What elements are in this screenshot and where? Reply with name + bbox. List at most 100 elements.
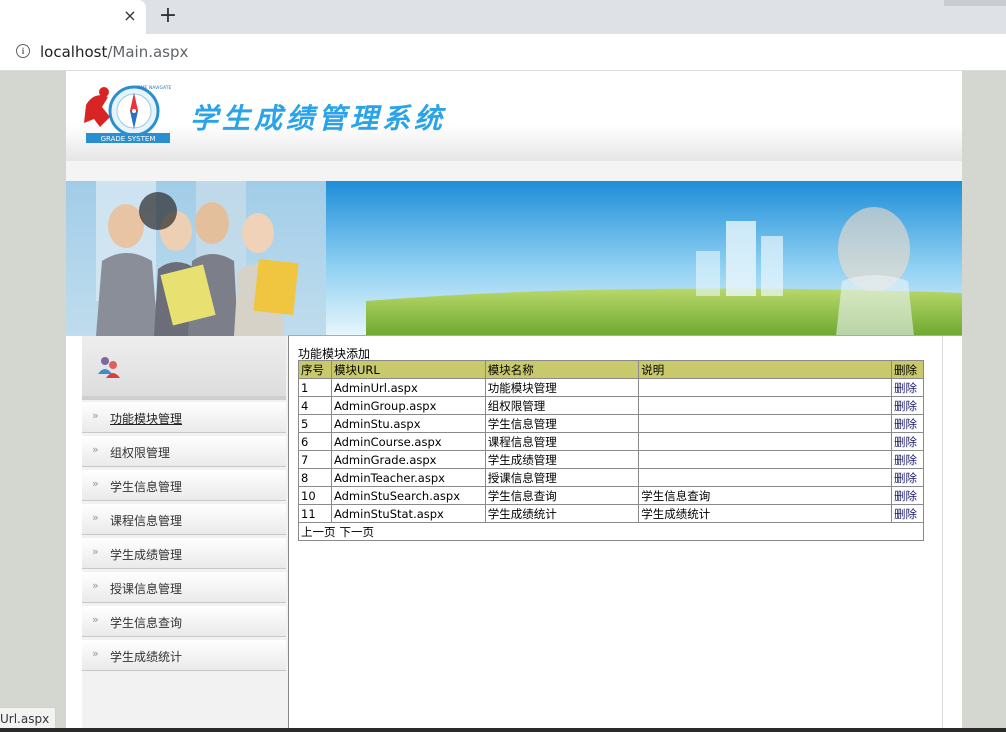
double-chevron-icon: » xyxy=(92,545,99,558)
browser-tab[interactable]: × xyxy=(0,0,146,34)
table-row: 11 AdminStuStat.aspx 学生成绩统计 学生成绩统计 删除 xyxy=(298,504,925,523)
module-description xyxy=(638,468,892,487)
site-info-icon[interactable]: i xyxy=(16,44,30,58)
delete-link[interactable]: 删除 xyxy=(890,378,925,397)
url-text[interactable]: localhost/Main.aspx xyxy=(40,43,188,61)
sidebar: » 功能模块管理 » 组权限管理 » 学生信息管理 » 课程信息管理 » 学生成… xyxy=(66,336,288,732)
sidebar-item-teaching-info[interactable]: » 授课信息管理 xyxy=(82,572,286,603)
delete-link[interactable]: 删除 xyxy=(890,432,925,451)
site-header: GRADE SYSTEM TIME NAVIGATE 学生成绩管理系统 xyxy=(66,71,962,161)
url-host: localhost xyxy=(40,43,108,61)
module-name: 授课信息管理 xyxy=(484,468,640,487)
double-chevron-icon: » xyxy=(92,443,99,456)
row-id: 6 xyxy=(298,432,332,451)
module-name: 学生成绩管理 xyxy=(484,450,640,469)
taskbar-edge xyxy=(0,728,1006,732)
module-url: AdminTeacher.aspx xyxy=(330,468,486,487)
header-strip xyxy=(66,161,962,181)
sidebar-item-label[interactable]: 学生成绩统计 xyxy=(110,648,182,665)
address-bar[interactable]: i localhost/Main.aspx xyxy=(0,34,1006,71)
users-icon xyxy=(98,357,120,378)
module-url: AdminUrl.aspx xyxy=(330,378,486,397)
module-description xyxy=(638,414,892,433)
sidebar-gutter xyxy=(66,336,82,732)
module-description: 学生信息查询 xyxy=(638,486,892,505)
module-url: AdminStuStat.aspx xyxy=(330,504,486,523)
sidebar-item-group-permissions[interactable]: » 组权限管理 xyxy=(82,436,286,467)
sidebar-item-module-management[interactable]: » 功能模块管理 xyxy=(82,402,286,433)
module-description: 学生成绩统计 xyxy=(638,504,892,523)
page: GRADE SYSTEM TIME NAVIGATE 学生成绩管理系统 » 功能… xyxy=(66,71,962,732)
delete-link[interactable]: 删除 xyxy=(890,450,925,469)
browser-tab-strip: × + xyxy=(0,0,1006,34)
row-id: 8 xyxy=(298,468,332,487)
row-id: 10 xyxy=(298,486,332,505)
sidebar-item-student-info[interactable]: » 学生信息管理 xyxy=(82,470,286,501)
table-row: 8 AdminTeacher.aspx 授课信息管理 删除 xyxy=(298,468,925,487)
sidebar-item-label[interactable]: 组权限管理 xyxy=(110,444,170,461)
window-edge xyxy=(944,0,1006,6)
row-id: 11 xyxy=(298,504,332,523)
table-header-row: 序号 模块URL 模块名称 说明 删除 xyxy=(298,360,925,379)
delete-link[interactable]: 删除 xyxy=(890,468,925,487)
column-header: 序号 xyxy=(298,360,332,379)
sidebar-item-label[interactable]: 授课信息管理 xyxy=(110,580,182,597)
sidebar-item-grade-statistics[interactable]: » 学生成绩统计 xyxy=(82,640,286,671)
sidebar-item-course-info[interactable]: » 课程信息管理 xyxy=(82,504,286,535)
column-header: 删除 xyxy=(890,360,925,379)
delete-link[interactable]: 删除 xyxy=(890,396,925,415)
sidebar-item-label[interactable]: 课程信息管理 xyxy=(110,512,182,529)
module-url: AdminGroup.aspx xyxy=(330,396,486,415)
table-row: 10 AdminStuSearch.aspx 学生信息查询 学生信息查询 删除 xyxy=(298,486,925,505)
sidebar-item-label[interactable]: 学生成绩管理 xyxy=(110,546,182,563)
module-name: 学生信息管理 xyxy=(484,414,640,433)
row-id: 7 xyxy=(298,450,332,469)
sidebar-item-label[interactable]: 学生信息查询 xyxy=(110,614,182,631)
delete-link[interactable]: 删除 xyxy=(890,486,925,505)
url-path: /Main.aspx xyxy=(107,43,189,61)
new-tab-icon[interactable]: + xyxy=(156,4,180,28)
table-row: 6 AdminCourse.aspx 课程信息管理 删除 xyxy=(298,432,925,451)
next-page-link[interactable]: 下一页 xyxy=(340,525,375,539)
sidebar-item-label[interactable]: 功能模块管理 xyxy=(110,410,182,427)
sidebar-item-label[interactable]: 学生信息管理 xyxy=(110,478,182,495)
double-chevron-icon: » xyxy=(92,613,99,626)
sidebar-item-student-search[interactable]: » 学生信息查询 xyxy=(82,606,286,637)
row-id: 5 xyxy=(298,414,332,433)
double-chevron-icon: » xyxy=(92,511,99,524)
table-row: 1 AdminUrl.aspx 功能模块管理 删除 xyxy=(298,378,925,397)
double-chevron-icon: » xyxy=(92,647,99,660)
module-name: 学生成绩统计 xyxy=(484,504,640,523)
module-description xyxy=(638,378,892,397)
column-header: 模块名称 xyxy=(484,360,640,379)
module-name: 学生信息查询 xyxy=(484,486,640,505)
site-title: 学生成绩管理系统 xyxy=(190,102,447,135)
module-description xyxy=(638,450,892,469)
column-header: 说明 xyxy=(638,360,892,379)
module-table: 序号 模块URL 模块名称 说明 删除 1 AdminUrl.aspx 功能模块… xyxy=(298,360,925,541)
row-id: 4 xyxy=(298,396,332,415)
prev-page-link[interactable]: 上一页 xyxy=(301,525,336,539)
sidebar-item-grade-management[interactable]: » 学生成绩管理 xyxy=(82,538,286,569)
column-header: 模块URL xyxy=(330,360,486,379)
module-url: AdminCourse.aspx xyxy=(330,432,486,451)
sidebar-menu: » 功能模块管理 » 组权限管理 » 学生信息管理 » 课程信息管理 » 学生成… xyxy=(82,402,286,674)
pager: 上一页 下一页 xyxy=(298,522,924,541)
delete-link[interactable]: 删除 xyxy=(890,504,925,523)
table-row: 7 AdminGrade.aspx 学生成绩管理 删除 xyxy=(298,450,925,469)
double-chevron-icon: » xyxy=(92,409,99,422)
module-url: AdminStuSearch.aspx xyxy=(330,486,486,505)
logo-text: GRADE SYSTEM xyxy=(101,135,156,143)
close-tab-icon[interactable]: × xyxy=(120,6,140,26)
banner-image xyxy=(66,181,962,336)
module-name: 功能模块管理 xyxy=(484,378,640,397)
double-chevron-icon: » xyxy=(92,477,99,490)
module-name: 课程信息管理 xyxy=(484,432,640,451)
module-description xyxy=(638,432,892,451)
pager-row: 上一页 下一页 xyxy=(298,522,924,541)
table-row: 5 AdminStu.aspx 学生信息管理 删除 xyxy=(298,414,925,433)
delete-link[interactable]: 删除 xyxy=(890,414,925,433)
logo-arc-text: TIME NAVIGATE xyxy=(136,85,172,91)
row-id: 1 xyxy=(298,378,332,397)
module-url: AdminStu.aspx xyxy=(330,414,486,433)
